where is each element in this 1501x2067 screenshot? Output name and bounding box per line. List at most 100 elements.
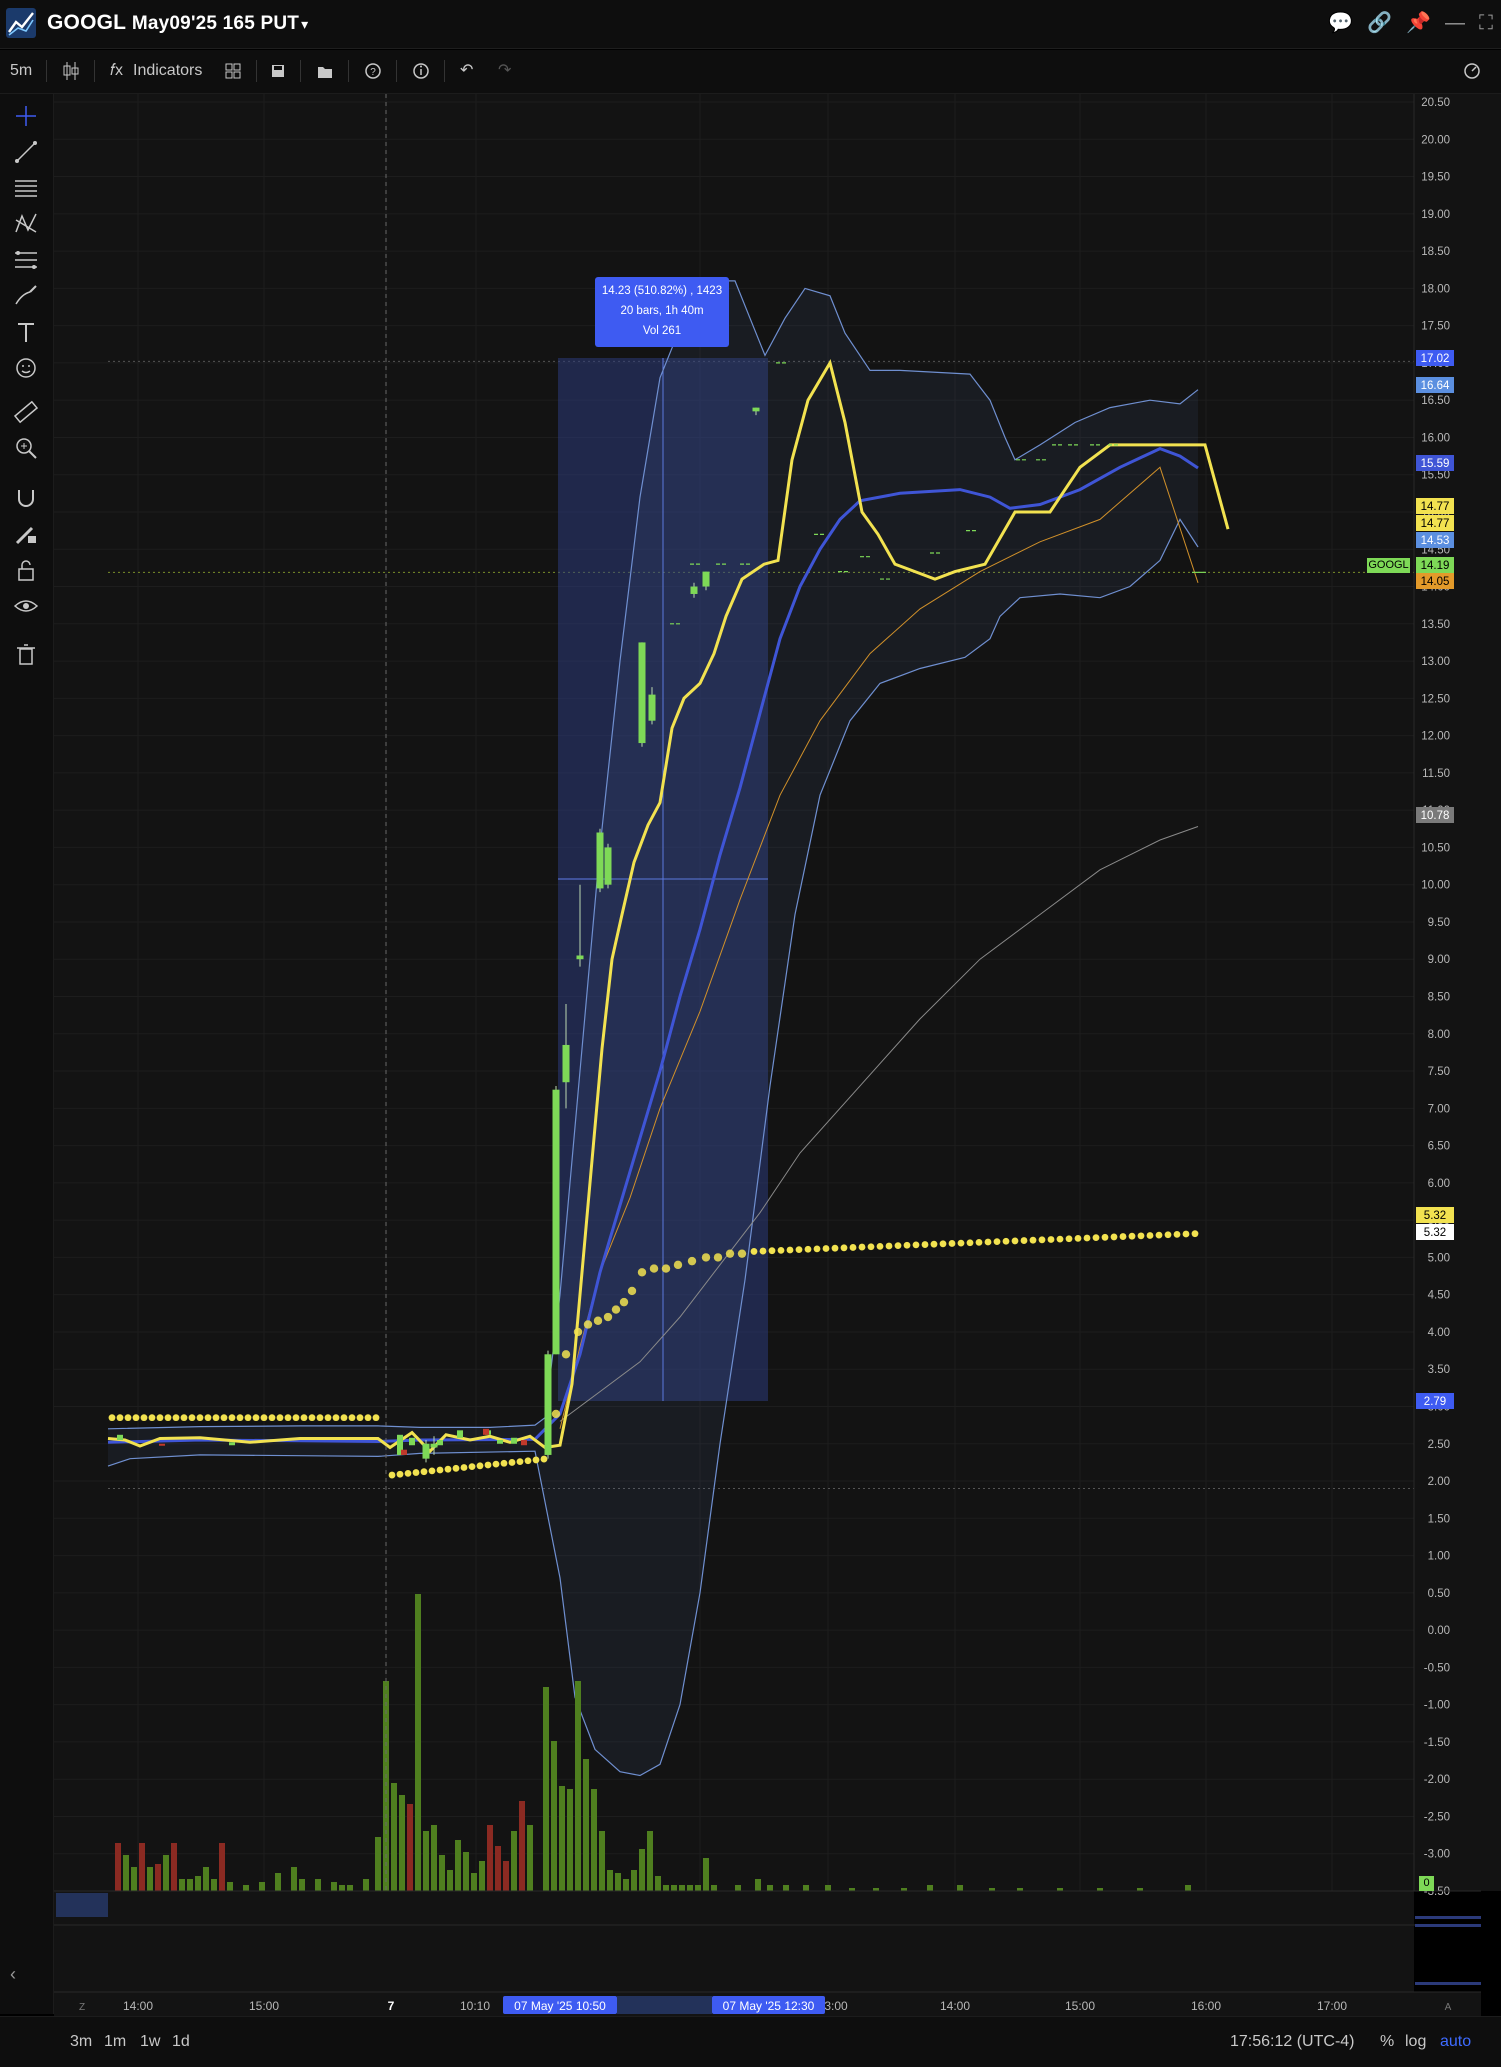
dot-marker <box>500 1459 508 1467</box>
dot-marker <box>180 1414 188 1422</box>
volume-bar <box>187 1879 193 1891</box>
volume-bar <box>227 1882 233 1891</box>
candle-body <box>497 1440 503 1444</box>
x-tick-label: 14:00 <box>123 1999 153 2013</box>
y-tick-label: 15.50 <box>1421 470 1450 482</box>
dot-marker <box>460 1464 468 1471</box>
dot-marker <box>939 1240 947 1248</box>
volume-bar <box>243 1885 249 1891</box>
volume-bar <box>471 1873 477 1891</box>
dot-marker <box>1164 1231 1172 1239</box>
measure-tooltip: 14.23 (510.82%) , 1423 20 bars, 1h 40m V… <box>595 277 729 347</box>
volume-bar <box>415 1594 421 1891</box>
dot-marker <box>404 1469 412 1477</box>
candle-body <box>422 1443 430 1459</box>
range-3m[interactable]: 3m <box>70 2033 92 2051</box>
volume-bar <box>131 1867 137 1891</box>
dot-marker <box>966 1239 974 1247</box>
volume-bar <box>957 1885 963 1891</box>
log-toggle[interactable]: log <box>1405 2033 1426 2051</box>
volume-zero-label: 0 <box>1419 1876 1434 1891</box>
volume-bar <box>519 1801 525 1891</box>
auto-scale-icon: A <box>1445 2002 1452 2013</box>
dot-marker <box>300 1414 308 1422</box>
dot-marker <box>140 1414 148 1422</box>
y-tick-label: 6.00 <box>1428 1178 1450 1190</box>
dot-marker <box>984 1238 992 1246</box>
x-tick-label: 3:00 <box>824 1999 848 2013</box>
dot-marker <box>1155 1231 1163 1239</box>
volume-bar <box>139 1843 145 1891</box>
volume-bar <box>735 1885 741 1891</box>
volume-bar <box>487 1825 493 1891</box>
dot-marker <box>284 1414 292 1422</box>
dot-marker <box>876 1242 884 1250</box>
y-tick-label: 20.00 <box>1421 134 1450 146</box>
dot-marker <box>813 1245 821 1253</box>
price-label-text: 2.79 <box>1424 1396 1446 1408</box>
y-tick-label: -1.00 <box>1424 1700 1450 1712</box>
range-1w[interactable]: 1w <box>140 2033 160 2051</box>
range-1d[interactable]: 1d <box>172 2033 190 2051</box>
y-tick-label: 19.00 <box>1421 209 1450 221</box>
dot-marker <box>1137 1232 1145 1240</box>
price-label-text: 14.77 <box>1421 501 1450 513</box>
dot-marker <box>1029 1236 1037 1244</box>
volume-bar <box>615 1873 621 1891</box>
auto-toggle[interactable]: auto <box>1440 2033 1471 2051</box>
dot-marker <box>894 1242 902 1250</box>
volume-bar <box>463 1852 469 1891</box>
price-chart[interactable]: 20.5020.0019.5019.0018.5018.0017.5017.00… <box>0 0 1501 2016</box>
dot-marker <box>204 1414 212 1422</box>
dot-marker <box>492 1460 500 1468</box>
dot-marker <box>532 1456 540 1464</box>
volume-bar <box>275 1873 281 1891</box>
dot-marker <box>356 1414 364 1422</box>
candle-body <box>562 1044 570 1083</box>
volume-bar <box>431 1825 437 1891</box>
range-1m[interactable]: 1m <box>104 2033 126 2051</box>
y-tick-label: 7.50 <box>1428 1066 1450 1078</box>
y-tick-label: 12.50 <box>1421 693 1450 705</box>
volume-bar <box>1185 1885 1191 1891</box>
y-tick-label: 0.00 <box>1428 1625 1450 1637</box>
y-tick-label: 1.00 <box>1428 1551 1450 1563</box>
candle-body <box>648 694 656 721</box>
dot-marker <box>867 1243 875 1251</box>
y-tick-label: 4.00 <box>1428 1327 1450 1339</box>
time-axis[interactable]: 14:0015:00710:1012:03:0014:0015:0016:001… <box>54 1992 1481 2016</box>
candle-body <box>552 1089 560 1355</box>
volume-bar <box>375 1837 381 1891</box>
volume-bar <box>363 1879 369 1891</box>
volume-bar <box>623 1879 629 1891</box>
candle-body-down <box>521 1440 527 1446</box>
y-tick-label: 7.00 <box>1428 1103 1450 1115</box>
volume-bar <box>543 1687 549 1891</box>
y-tick-label: -3.00 <box>1424 1849 1450 1861</box>
dot-marker <box>786 1246 794 1254</box>
x-tick-label: 14:00 <box>940 1999 970 2013</box>
volume-bar <box>423 1831 429 1891</box>
y-tick-label: 5.00 <box>1428 1252 1450 1264</box>
y-tick-label: 8.00 <box>1428 1029 1450 1041</box>
dot-marker <box>508 1459 516 1466</box>
dot-marker <box>603 1312 613 1322</box>
candle-body <box>544 1354 552 1455</box>
y-tick-label: 0.50 <box>1428 1588 1450 1600</box>
dot-marker <box>912 1241 920 1249</box>
dot-marker <box>220 1414 228 1422</box>
volume-bar <box>155 1864 161 1891</box>
dot-marker <box>420 1468 428 1476</box>
dot-marker <box>1074 1234 1082 1242</box>
volume-bar <box>583 1759 589 1891</box>
price-label-text: 17.02 <box>1421 353 1450 365</box>
dot-marker <box>484 1461 492 1469</box>
volume-bar <box>211 1879 217 1891</box>
candle-body <box>437 1440 443 1446</box>
x-tick-label: 10:10 <box>460 1999 490 2013</box>
y-tick-label: 4.50 <box>1428 1290 1450 1302</box>
price-label-text: 14.53 <box>1421 535 1450 547</box>
volume-bar <box>123 1855 129 1891</box>
percent-toggle[interactable]: % <box>1380 2033 1394 2051</box>
price-label-text: 14.77 <box>1421 518 1450 530</box>
